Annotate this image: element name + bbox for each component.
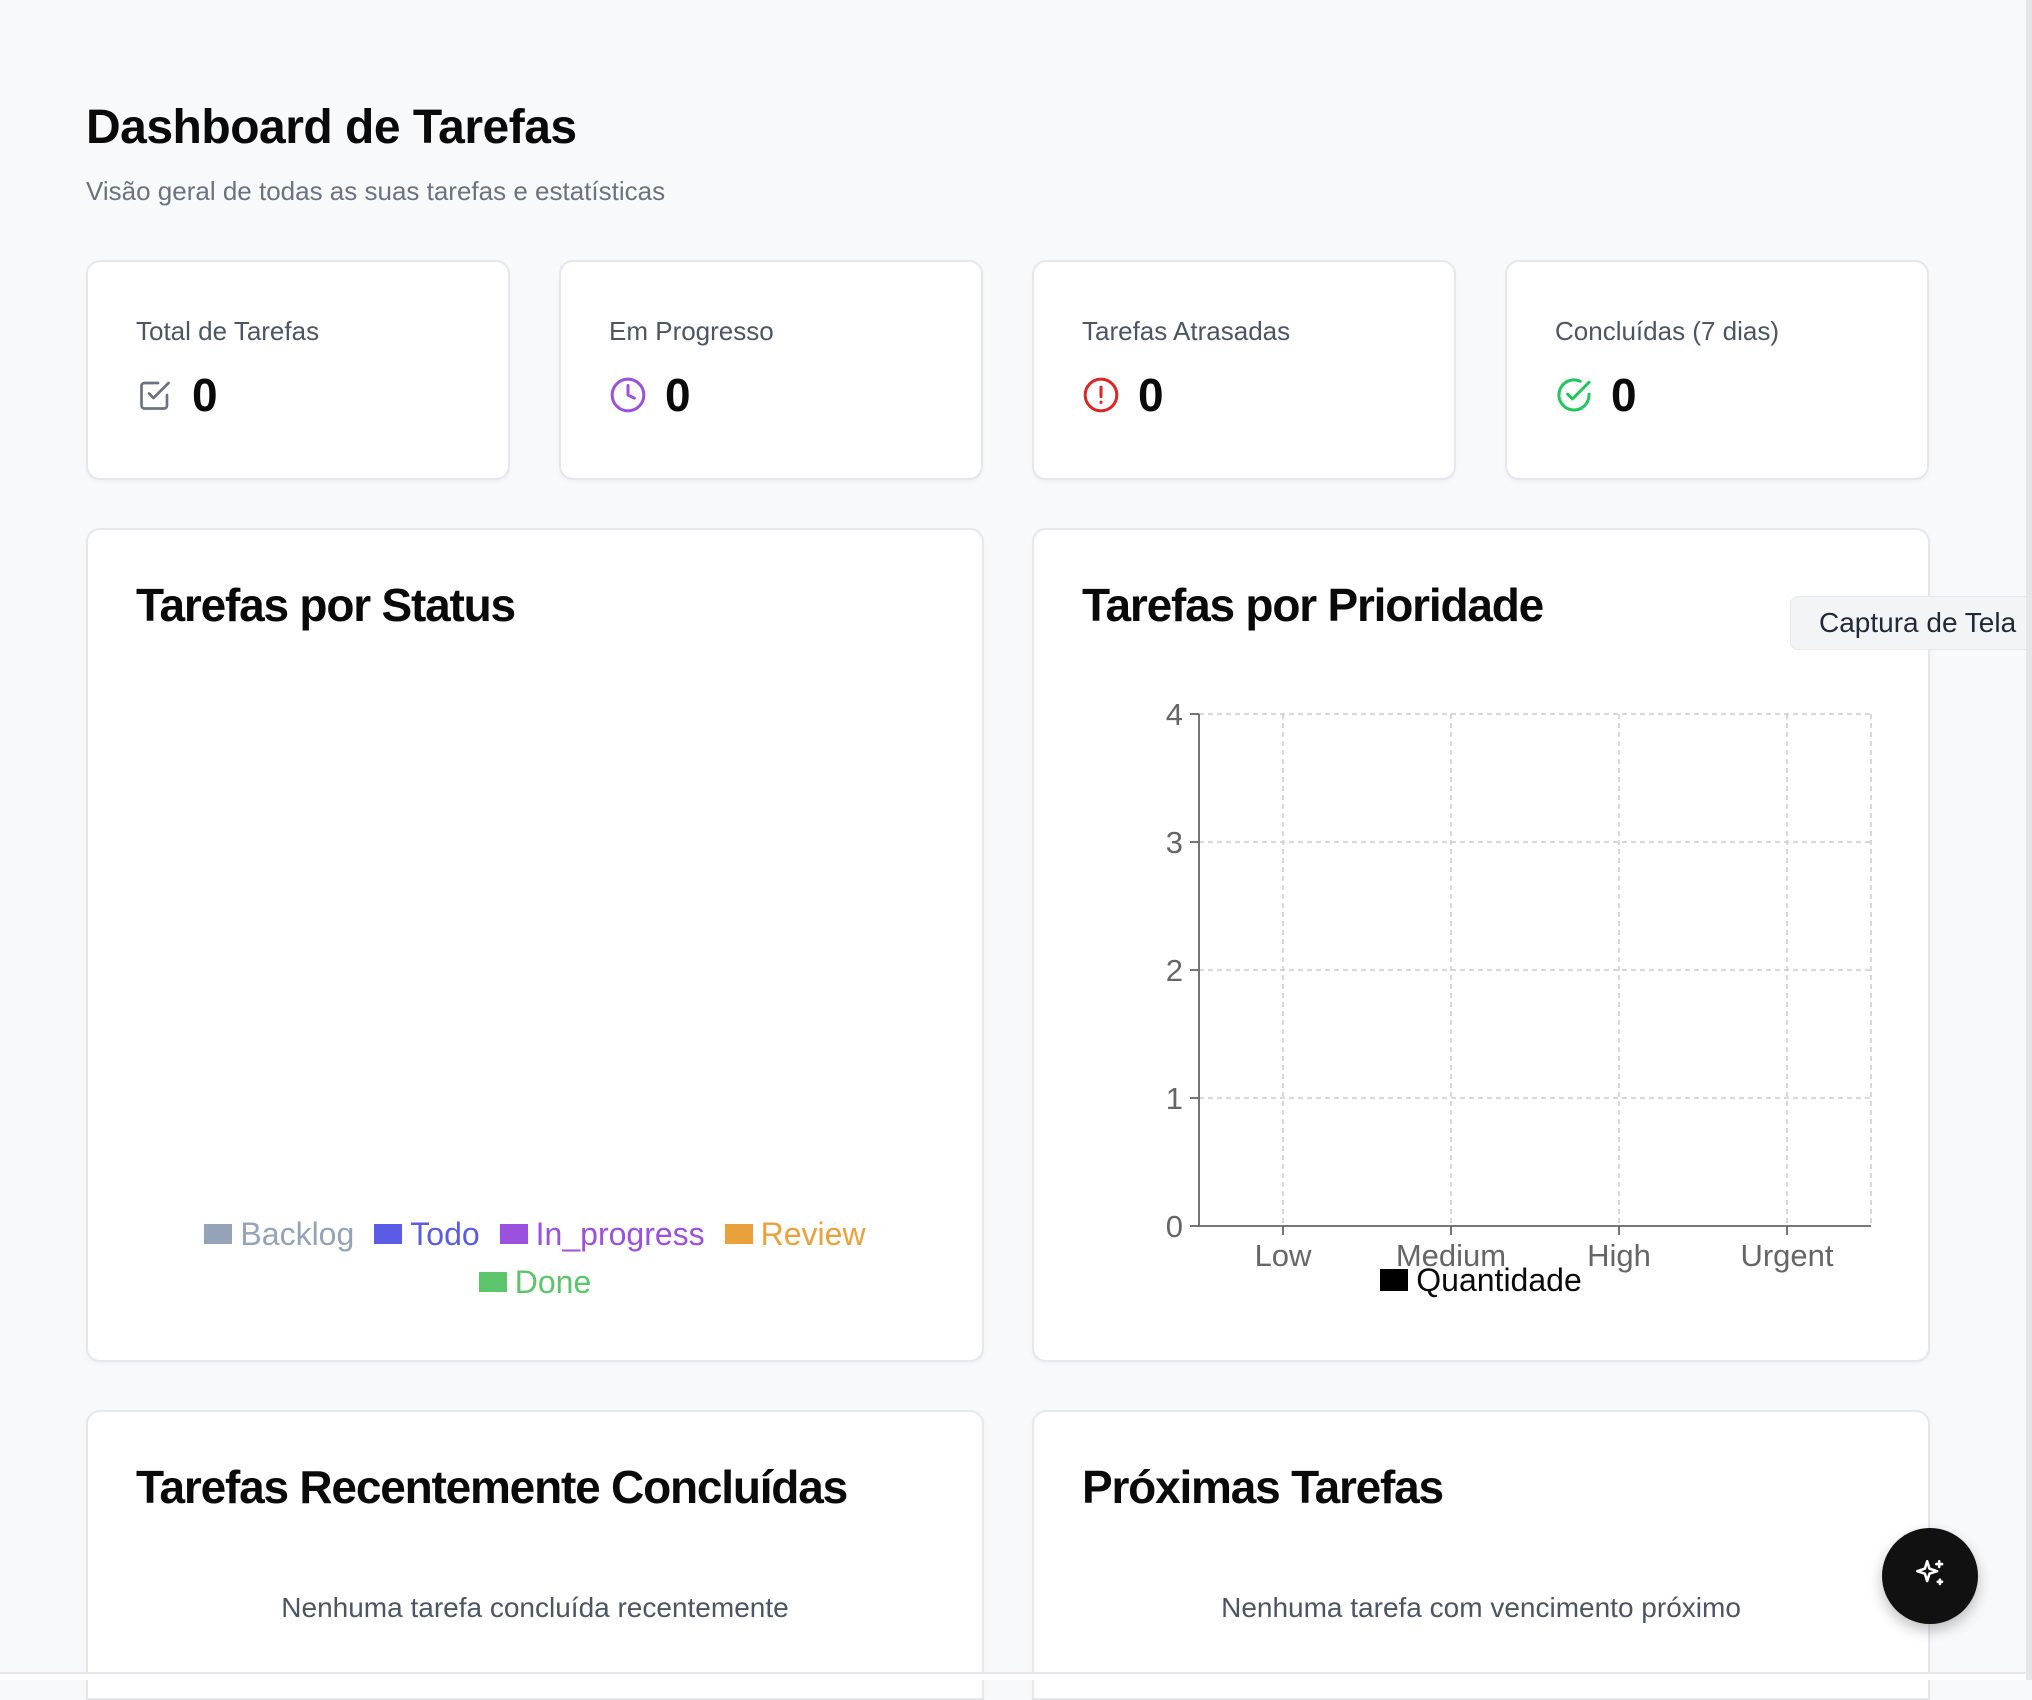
legend-swatch	[724, 1224, 753, 1244]
priority-bar-chart: 01234Low Medium High Urgent	[1166, 697, 1872, 1273]
recent-empty-message: Nenhuma tarefa concluída recentemente	[281, 1592, 789, 1623]
legend-label: Review	[760, 1216, 866, 1252]
legend-item-review[interactable]: Review	[724, 1210, 866, 1258]
priority-chart-card: Tarefas por Prioridade 0 1 2 3 4 Low Medium Hig…	[1032, 528, 1930, 1362]
priority-chart-title: Tarefas por Prioridade	[1082, 579, 1544, 631]
y-tick-label: 4	[1166, 697, 1183, 732]
y-tick-label: 2	[1166, 953, 1183, 988]
stat-label: Em Progresso	[609, 316, 774, 346]
priority-chart-legend: Quantidade	[1034, 1256, 1928, 1304]
y-tick-label: 0	[1166, 1209, 1183, 1244]
legend-swatch	[374, 1224, 403, 1244]
status-chart-legend: Backlog Todo In_progress Review Done	[88, 1210, 982, 1306]
page-subtitle: Visão geral de todas as suas tarefas e e…	[86, 176, 666, 206]
stat-label: Concluídas (7 dias)	[1555, 316, 1779, 346]
stat-card-completed: Concluídas (7 dias) 0	[1505, 260, 1929, 480]
ai-assistant-button[interactable]	[1882, 1528, 1978, 1624]
stat-card-in-progress: Em Progresso 0	[559, 260, 983, 480]
recent-completed-title: Tarefas Recentemente Concluídas	[136, 1461, 848, 1513]
stat-value: 0	[192, 369, 218, 421]
stat-card-overdue: Tarefas Atrasadas 0	[1032, 260, 1456, 480]
check-circle-icon	[1555, 376, 1593, 414]
sparkle-icon	[1913, 1557, 1947, 1596]
legend-item-in-progress[interactable]: In_progress	[499, 1210, 705, 1258]
status-chart-card: Tarefas por Status Backlog Todo In_progres…	[86, 528, 984, 1362]
legend-label: Backlog	[240, 1216, 355, 1252]
y-tick-label: 1	[1166, 1081, 1183, 1116]
stat-value: 0	[1611, 369, 1637, 421]
legend-label: Done	[514, 1264, 592, 1300]
clock-icon	[609, 376, 647, 414]
legend-label: Quantidade	[1416, 1262, 1582, 1298]
screenshot-tooltip: Captura de Tela	[1790, 596, 2032, 650]
stat-card-total: Total de Tarefas 0	[86, 260, 510, 480]
alert-circle-icon	[1082, 376, 1120, 414]
legend-swatch	[1380, 1269, 1409, 1291]
status-chart-title: Tarefas por Status	[136, 579, 516, 631]
checkbox-icon	[136, 376, 174, 414]
stat-label: Total de Tarefas	[136, 316, 320, 346]
legend-item-backlog[interactable]: Backlog	[204, 1210, 354, 1258]
legend-swatch	[478, 1272, 507, 1292]
page-bottom-border	[0, 1672, 2032, 1680]
legend-item-quantidade[interactable]: Quantidade	[1380, 1256, 1582, 1304]
upcoming-empty-message: Nenhuma tarefa com vencimento próximo	[1221, 1592, 1741, 1623]
y-tick-label: 3	[1166, 825, 1183, 860]
legend-swatch	[499, 1224, 528, 1244]
upcoming-tasks-title: Próximas Tarefas	[1082, 1461, 1444, 1513]
legend-item-done[interactable]: Done	[478, 1258, 592, 1306]
stat-value: 0	[1138, 369, 1164, 421]
scrollbar-track[interactable]	[2026, 0, 2032, 1680]
legend-swatch	[204, 1224, 233, 1244]
legend-item-todo[interactable]: Todo	[374, 1210, 480, 1258]
upcoming-tasks-card: Próximas Tarefas Nenhuma tarefa com venc…	[1032, 1410, 1930, 1700]
legend-label: Todo	[410, 1216, 480, 1252]
stat-value: 0	[665, 369, 691, 421]
dashboard-page: Dashboard de Tarefas Visão geral de toda…	[86, 0, 1930, 1700]
stat-label: Tarefas Atrasadas	[1082, 316, 1291, 346]
recent-completed-card: Tarefas Recentemente Concluídas Nenhuma …	[86, 1410, 984, 1700]
page-title: Dashboard de Tarefas	[86, 101, 577, 154]
legend-label: In_progress	[535, 1216, 705, 1252]
